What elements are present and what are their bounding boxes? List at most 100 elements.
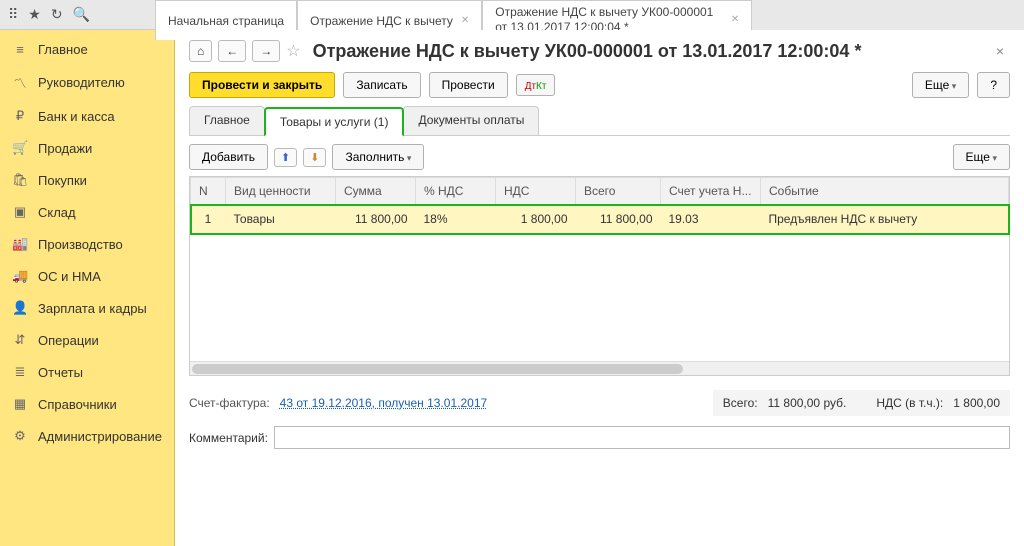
col-vat[interactable]: НДС bbox=[496, 178, 576, 205]
document-content: ⌂ ← → ☆ Отражение НДС к вычету УК00-0000… bbox=[175, 30, 1024, 546]
gear-icon: ⚙ bbox=[12, 428, 28, 444]
more-button[interactable]: Еще bbox=[912, 72, 969, 98]
dt-kt-button[interactable]: ДтКт bbox=[516, 74, 556, 96]
sidebar-item-production[interactable]: 🏭 Производство bbox=[0, 228, 174, 260]
sidebar-item-references[interactable]: ▦ Справочники bbox=[0, 388, 174, 420]
system-toolbar: ⠿ ★ ↻ 🔍 Начальная страница Отражение НДС… bbox=[0, 0, 1024, 30]
col-type[interactable]: Вид ценности bbox=[226, 178, 336, 205]
bag-icon: 🛍 bbox=[12, 172, 28, 188]
table-header-row: N Вид ценности Сумма % НДС НДС Всего Сче… bbox=[191, 178, 1009, 205]
sidebar-item-manager[interactable]: 〽 Руководителю bbox=[0, 65, 174, 100]
col-account[interactable]: Счет учета Н... bbox=[661, 178, 761, 205]
sidebar-item-label: Зарплата и кадры bbox=[38, 301, 147, 316]
navigation-sidebar: ≡ Главное 〽 Руководителю ₽Банк и касса 🛒 Пр… bbox=[0, 30, 175, 546]
comment-input[interactable] bbox=[274, 426, 1010, 449]
move-up-button[interactable]: ⬆ bbox=[274, 148, 297, 167]
document-footer: Счет-фактура: 43 от 19.12.2016, получен … bbox=[189, 390, 1010, 416]
truck-icon: 🚚 bbox=[12, 268, 28, 284]
goods-table: N Вид ценности Сумма % НДС НДС Всего Сче… bbox=[189, 176, 1010, 376]
table-row[interactable]: 1 Товары 11 800,00 18% 1 800,00 11 800,0… bbox=[191, 205, 1009, 234]
post-button[interactable]: Провести bbox=[429, 72, 508, 98]
col-n[interactable]: N bbox=[191, 178, 226, 205]
cell-account: 19.03 bbox=[661, 205, 761, 234]
table-toolbar: Добавить ⬆ ⬇ Заполнить Еще bbox=[189, 144, 1010, 170]
star-icon[interactable]: ★ bbox=[28, 6, 41, 23]
close-icon[interactable]: ✕ bbox=[461, 15, 469, 26]
post-and-close-button[interactable]: Провести и закрыть bbox=[189, 72, 335, 98]
history-icon[interactable]: ↻ bbox=[51, 6, 63, 23]
vat-label: НДС (в т.ч.): bbox=[876, 396, 943, 410]
sidebar-item-main[interactable]: ≡ Главное bbox=[0, 30, 174, 65]
totals-block: Всего: 11 800,00 руб. НДС (в т.ч.): 1 80… bbox=[713, 390, 1010, 416]
grid-icon: ▦ bbox=[12, 396, 28, 412]
sidebar-item-purchases[interactable]: 🛍 Покупки bbox=[0, 164, 174, 196]
person-icon: 👤 bbox=[12, 300, 28, 316]
sidebar-item-label: Главное bbox=[38, 42, 88, 57]
sidebar-item-bank[interactable]: ₽Банк и касса bbox=[0, 100, 174, 132]
cell-type: Товары bbox=[226, 205, 336, 234]
page-title: Отражение НДС к вычету УК00-000001 от 13… bbox=[313, 41, 984, 62]
sidebar-item-label: Продажи bbox=[38, 141, 92, 156]
cart-icon: 🛒 bbox=[12, 140, 28, 156]
col-sum[interactable]: Сумма bbox=[336, 178, 416, 205]
fill-button[interactable]: Заполнить bbox=[332, 144, 424, 170]
sidebar-item-assets[interactable]: 🚚 ОС и НМА bbox=[0, 260, 174, 292]
menu-icon: ≡ bbox=[12, 42, 28, 57]
action-toolbar: Провести и закрыть Записать Провести ДтК… bbox=[189, 72, 1010, 98]
sidebar-item-admin[interactable]: ⚙ Администрирование bbox=[0, 420, 174, 452]
chart-icon: 〽 bbox=[12, 73, 28, 92]
back-button[interactable]: ← bbox=[218, 40, 246, 62]
sidebar-item-label: Склад bbox=[38, 205, 76, 220]
close-icon[interactable]: ✕ bbox=[731, 14, 739, 25]
tab-label: Начальная страница bbox=[168, 14, 284, 28]
table-more-button[interactable]: Еще bbox=[953, 144, 1010, 170]
tab-payments[interactable]: Документы оплаты bbox=[403, 106, 539, 135]
invoice-link[interactable]: 43 от 19.12.2016, получен 13.01.2017 bbox=[280, 396, 488, 410]
sidebar-item-operations[interactable]: ⇵Операции bbox=[0, 324, 174, 356]
apps-icon[interactable]: ⠿ bbox=[8, 6, 18, 23]
tab-main[interactable]: Главное bbox=[189, 106, 265, 135]
tab-goods[interactable]: Товары и услуги (1) bbox=[264, 107, 405, 136]
sidebar-item-hr[interactable]: 👤 Зарплата и кадры bbox=[0, 292, 174, 324]
sidebar-item-warehouse[interactable]: ▣ Склад bbox=[0, 196, 174, 228]
vat-value: 1 800,00 bbox=[953, 396, 1000, 410]
move-down-button[interactable]: ⬇ bbox=[303, 148, 326, 167]
sidebar-item-label: Руководителю bbox=[38, 75, 125, 90]
cell-vat-rate: 18% bbox=[416, 205, 496, 234]
box-icon: ▣ bbox=[12, 204, 28, 220]
favorite-icon[interactable]: ☆ bbox=[286, 41, 300, 61]
document-tabs: Главное Товары и услуги (1) Документы оп… bbox=[189, 106, 1010, 136]
help-button[interactable]: ? bbox=[977, 72, 1010, 98]
document-header: ⌂ ← → ☆ Отражение НДС к вычету УК00-0000… bbox=[189, 40, 1010, 62]
list-icon: ≣ bbox=[12, 364, 28, 380]
tab-label: Отражение НДС к вычету bbox=[310, 14, 453, 28]
col-vat-rate[interactable]: % НДС bbox=[416, 178, 496, 205]
cell-total: 11 800,00 bbox=[576, 205, 661, 234]
add-row-button[interactable]: Добавить bbox=[189, 144, 268, 170]
horizontal-scrollbar[interactable] bbox=[190, 361, 1009, 375]
cell-sum: 11 800,00 bbox=[336, 205, 416, 234]
close-button[interactable]: × bbox=[990, 43, 1010, 59]
col-event[interactable]: Событие bbox=[761, 178, 1009, 205]
sidebar-item-label: Покупки bbox=[38, 173, 87, 188]
comment-row: Комментарий: bbox=[189, 426, 1010, 449]
currency: руб. bbox=[823, 396, 846, 410]
sidebar-item-label: Отчеты bbox=[38, 365, 83, 380]
ruble-icon: ₽ bbox=[12, 108, 28, 124]
home-button[interactable]: ⌂ bbox=[189, 40, 212, 62]
sidebar-item-reports[interactable]: ≣ Отчеты bbox=[0, 356, 174, 388]
total-label: Всего: bbox=[723, 396, 758, 410]
transfer-icon: ⇵ bbox=[12, 332, 28, 348]
factory-icon: 🏭 bbox=[12, 236, 28, 252]
sidebar-item-sales[interactable]: 🛒 Продажи bbox=[0, 132, 174, 164]
sidebar-item-label: Производство bbox=[38, 237, 123, 252]
save-button[interactable]: Записать bbox=[343, 72, 420, 98]
comment-label: Комментарий: bbox=[189, 431, 268, 445]
forward-button[interactable]: → bbox=[252, 40, 280, 62]
search-icon[interactable]: 🔍 bbox=[73, 6, 90, 23]
col-total[interactable]: Всего bbox=[576, 178, 661, 205]
sidebar-item-label: ОС и НМА bbox=[38, 269, 101, 284]
sidebar-item-label: Справочники bbox=[38, 397, 117, 412]
total-value: 11 800,00 bbox=[768, 396, 821, 410]
sidebar-item-label: Администрирование bbox=[38, 429, 162, 444]
